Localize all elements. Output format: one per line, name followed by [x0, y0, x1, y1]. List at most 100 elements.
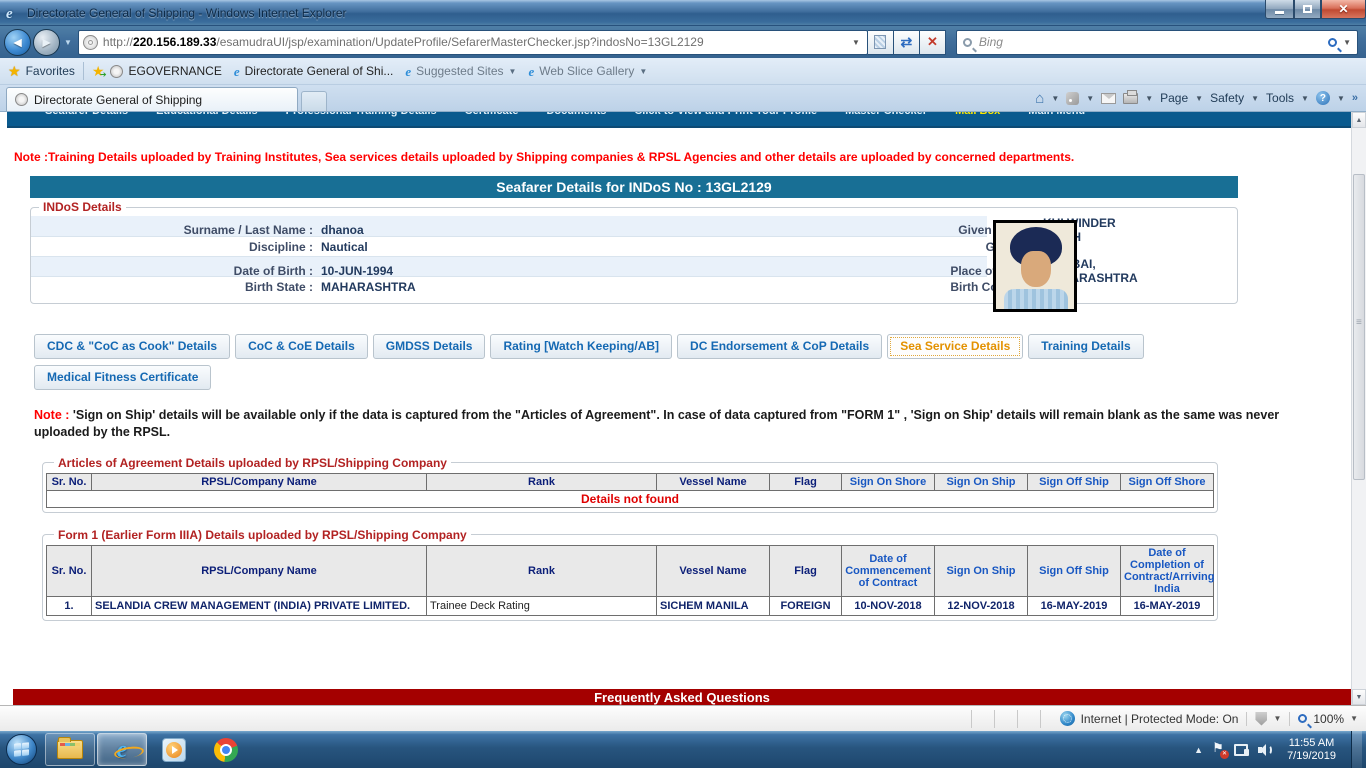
window-titlebar: e Directorate General of Shipping - Wind…: [0, 0, 1366, 26]
help-dropdown-icon[interactable]: ▼: [1337, 94, 1345, 103]
nav-professional-training[interactable]: Professional Training Details: [286, 112, 437, 117]
taskbar-chrome-button[interactable]: [201, 733, 251, 766]
favorites-button[interactable]: Favorites: [26, 64, 75, 78]
nav-certificate[interactable]: Certificate: [465, 112, 519, 117]
search-dropdown-icon[interactable]: ▼: [1343, 38, 1351, 47]
stop-button[interactable]: ✕: [919, 29, 946, 55]
scroll-down-icon[interactable]: ▼: [1352, 689, 1366, 705]
feeds-icon[interactable]: [1066, 91, 1080, 105]
indos-row: Birth State : MAHARASHTRA Birth Country …: [31, 276, 1076, 296]
address-dropdown-icon[interactable]: ▼: [849, 38, 863, 47]
back-button[interactable]: ◄: [4, 28, 31, 56]
articles-empty-row: Details not found: [46, 489, 1214, 508]
zoom-control[interactable]: 100% ▼: [1289, 711, 1366, 726]
tab-coc-coe[interactable]: CoC & CoE Details: [235, 334, 368, 359]
favorite-item-dgshipping[interactable]: e Directorate General of Shi...: [228, 62, 400, 80]
nav-documents[interactable]: Documents: [546, 112, 606, 117]
page-menu[interactable]: Page: [1160, 91, 1188, 105]
internet-zone-icon: [1059, 711, 1075, 726]
print-icon[interactable]: [1123, 89, 1139, 104]
maximize-icon: [1303, 5, 1312, 13]
minimize-button[interactable]: [1265, 0, 1294, 19]
site-icon: [82, 34, 98, 50]
home-dropdown-icon[interactable]: ▼: [1051, 94, 1059, 103]
compatibility-view-button[interactable]: [867, 29, 894, 55]
favorite-item-suggested-sites[interactable]: e Suggested Sites ▼: [399, 62, 522, 80]
forward-button[interactable]: ►: [33, 28, 60, 56]
tab-gmdss[interactable]: GMDSS Details: [372, 334, 486, 359]
overflow-chevron-icon[interactable]: »: [1352, 92, 1358, 104]
browser-tab[interactable]: Directorate General of Shipping: [6, 87, 298, 111]
shield-icon: [1255, 711, 1268, 726]
search-go-icon[interactable]: [1328, 37, 1338, 47]
tab-cdc-coc-cook[interactable]: CDC & "CoC as Cook" Details: [34, 334, 231, 359]
nav-view-print-profile[interactable]: Click to View and Print Your Profile: [634, 112, 817, 117]
add-favorite-icon[interactable]: ★: [92, 63, 106, 80]
chevron-down-icon: ▼: [639, 66, 648, 76]
maximize-button[interactable]: [1294, 0, 1321, 19]
volume-button[interactable]: [1258, 743, 1273, 756]
search-input[interactable]: Bing ▼: [955, 29, 1358, 55]
faq-footer[interactable]: Frequently Asked Questions: [13, 689, 1351, 705]
indos-row: Discipline : Nautical Gender : Male: [31, 236, 1070, 256]
clock-time: 11:55 AM: [1288, 736, 1335, 749]
articles-legend: Articles of Agreement Details uploaded b…: [58, 455, 447, 470]
indos-row: Surname / Last Name : dhanoa Given Name …: [31, 216, 1116, 244]
stop-icon: ✕: [926, 34, 938, 49]
close-icon: ✕: [1338, 2, 1349, 16]
divider: [970, 709, 972, 728]
scroll-up-icon[interactable]: ▲: [1352, 112, 1366, 128]
history-dropdown-icon[interactable]: ▼: [64, 38, 72, 47]
close-button[interactable]: ✕: [1321, 0, 1366, 19]
tab-sea-service-details[interactable]: Sea Service Details: [887, 334, 1024, 359]
taskbar-clock[interactable]: 11:55 AM 7/19/2019: [1281, 737, 1342, 763]
print-dropdown-icon[interactable]: ▼: [1145, 94, 1153, 103]
nav-seafarer-details[interactable]: Seafarer Details: [45, 112, 128, 117]
action-center-flag-icon[interactable]: [1212, 740, 1230, 759]
feeds-dropdown-icon[interactable]: ▼: [1086, 94, 1094, 103]
taskbar-wmp-button[interactable]: [149, 733, 199, 766]
nav-mail-box[interactable]: Mail Box: [955, 112, 1000, 117]
tab-dc-endorsement-cop[interactable]: DC Endorsement & CoP Details: [677, 334, 883, 359]
form1-data-row: 1. SELANDIA CREW MANAGEMENT (INDIA) PRIV…: [46, 595, 1214, 616]
help-icon[interactable]: ?: [1315, 91, 1330, 105]
hidden-icons-button[interactable]: ▲: [1194, 745, 1203, 755]
tab-site-icon: [15, 93, 28, 106]
taskbar-explorer-button[interactable]: [45, 733, 95, 766]
home-icon[interactable]: ⌂: [1035, 90, 1044, 107]
scrollbar-thumb[interactable]: [1353, 174, 1365, 480]
internet-explorer-icon: e: [116, 736, 128, 763]
favorites-star-icon: ★: [8, 62, 21, 79]
tab-bar: Directorate General of Shipping ⌂ ▼ ▼ ▼ P…: [0, 85, 1366, 112]
favorite-item-egovernance[interactable]: EGOVERNANCE: [104, 62, 227, 80]
divider: [1016, 709, 1018, 728]
tab-medical-fitness[interactable]: Medical Fitness Certificate: [34, 365, 212, 390]
nav-master-checker[interactable]: Master Checker: [845, 112, 927, 117]
new-tab-button[interactable]: [301, 91, 327, 111]
page-menu-dropdown-icon[interactable]: ▼: [1195, 94, 1203, 103]
ie-page-icon: e: [405, 63, 412, 79]
nav-main-menu[interactable]: Main Menu: [1028, 112, 1085, 117]
tab-title: Directorate General of Shipping: [34, 92, 203, 107]
tab-rating-watch-keeping[interactable]: Rating [Watch Keeping/AB]: [490, 334, 673, 359]
form1-header-row: Sr. No. RPSL/Company Name Rank Vessel Na…: [46, 544, 1214, 597]
taskbar-ie-button[interactable]: e: [97, 733, 147, 766]
address-bar[interactable]: http://220.156.189.33/esamudraUI/jsp/exa…: [77, 29, 868, 55]
page-scrollbar[interactable]: ▲ ▼: [1351, 112, 1366, 705]
tools-menu[interactable]: Tools: [1266, 91, 1294, 105]
show-desktop-button[interactable]: [1351, 731, 1362, 768]
back-arrow-icon: ◄: [10, 34, 25, 50]
tab-training-details[interactable]: Training Details: [1028, 334, 1144, 359]
safety-menu[interactable]: Safety: [1210, 91, 1244, 105]
start-button[interactable]: [6, 734, 37, 765]
network-icon[interactable]: [1234, 743, 1250, 756]
read-mail-icon[interactable]: [1101, 92, 1117, 104]
forward-arrow-icon: ►: [39, 34, 54, 50]
clock-date: 7/19/2019: [1287, 749, 1336, 762]
favorite-item-web-slice-gallery[interactable]: e Web Slice Gallery ▼: [522, 62, 653, 80]
inprivate-segment[interactable]: ▼: [1246, 711, 1289, 726]
safety-menu-dropdown-icon[interactable]: ▼: [1251, 94, 1259, 103]
nav-educational-details[interactable]: Educational Details: [156, 112, 257, 117]
refresh-button[interactable]: ⇄: [893, 29, 920, 55]
tools-menu-dropdown-icon[interactable]: ▼: [1301, 94, 1309, 103]
